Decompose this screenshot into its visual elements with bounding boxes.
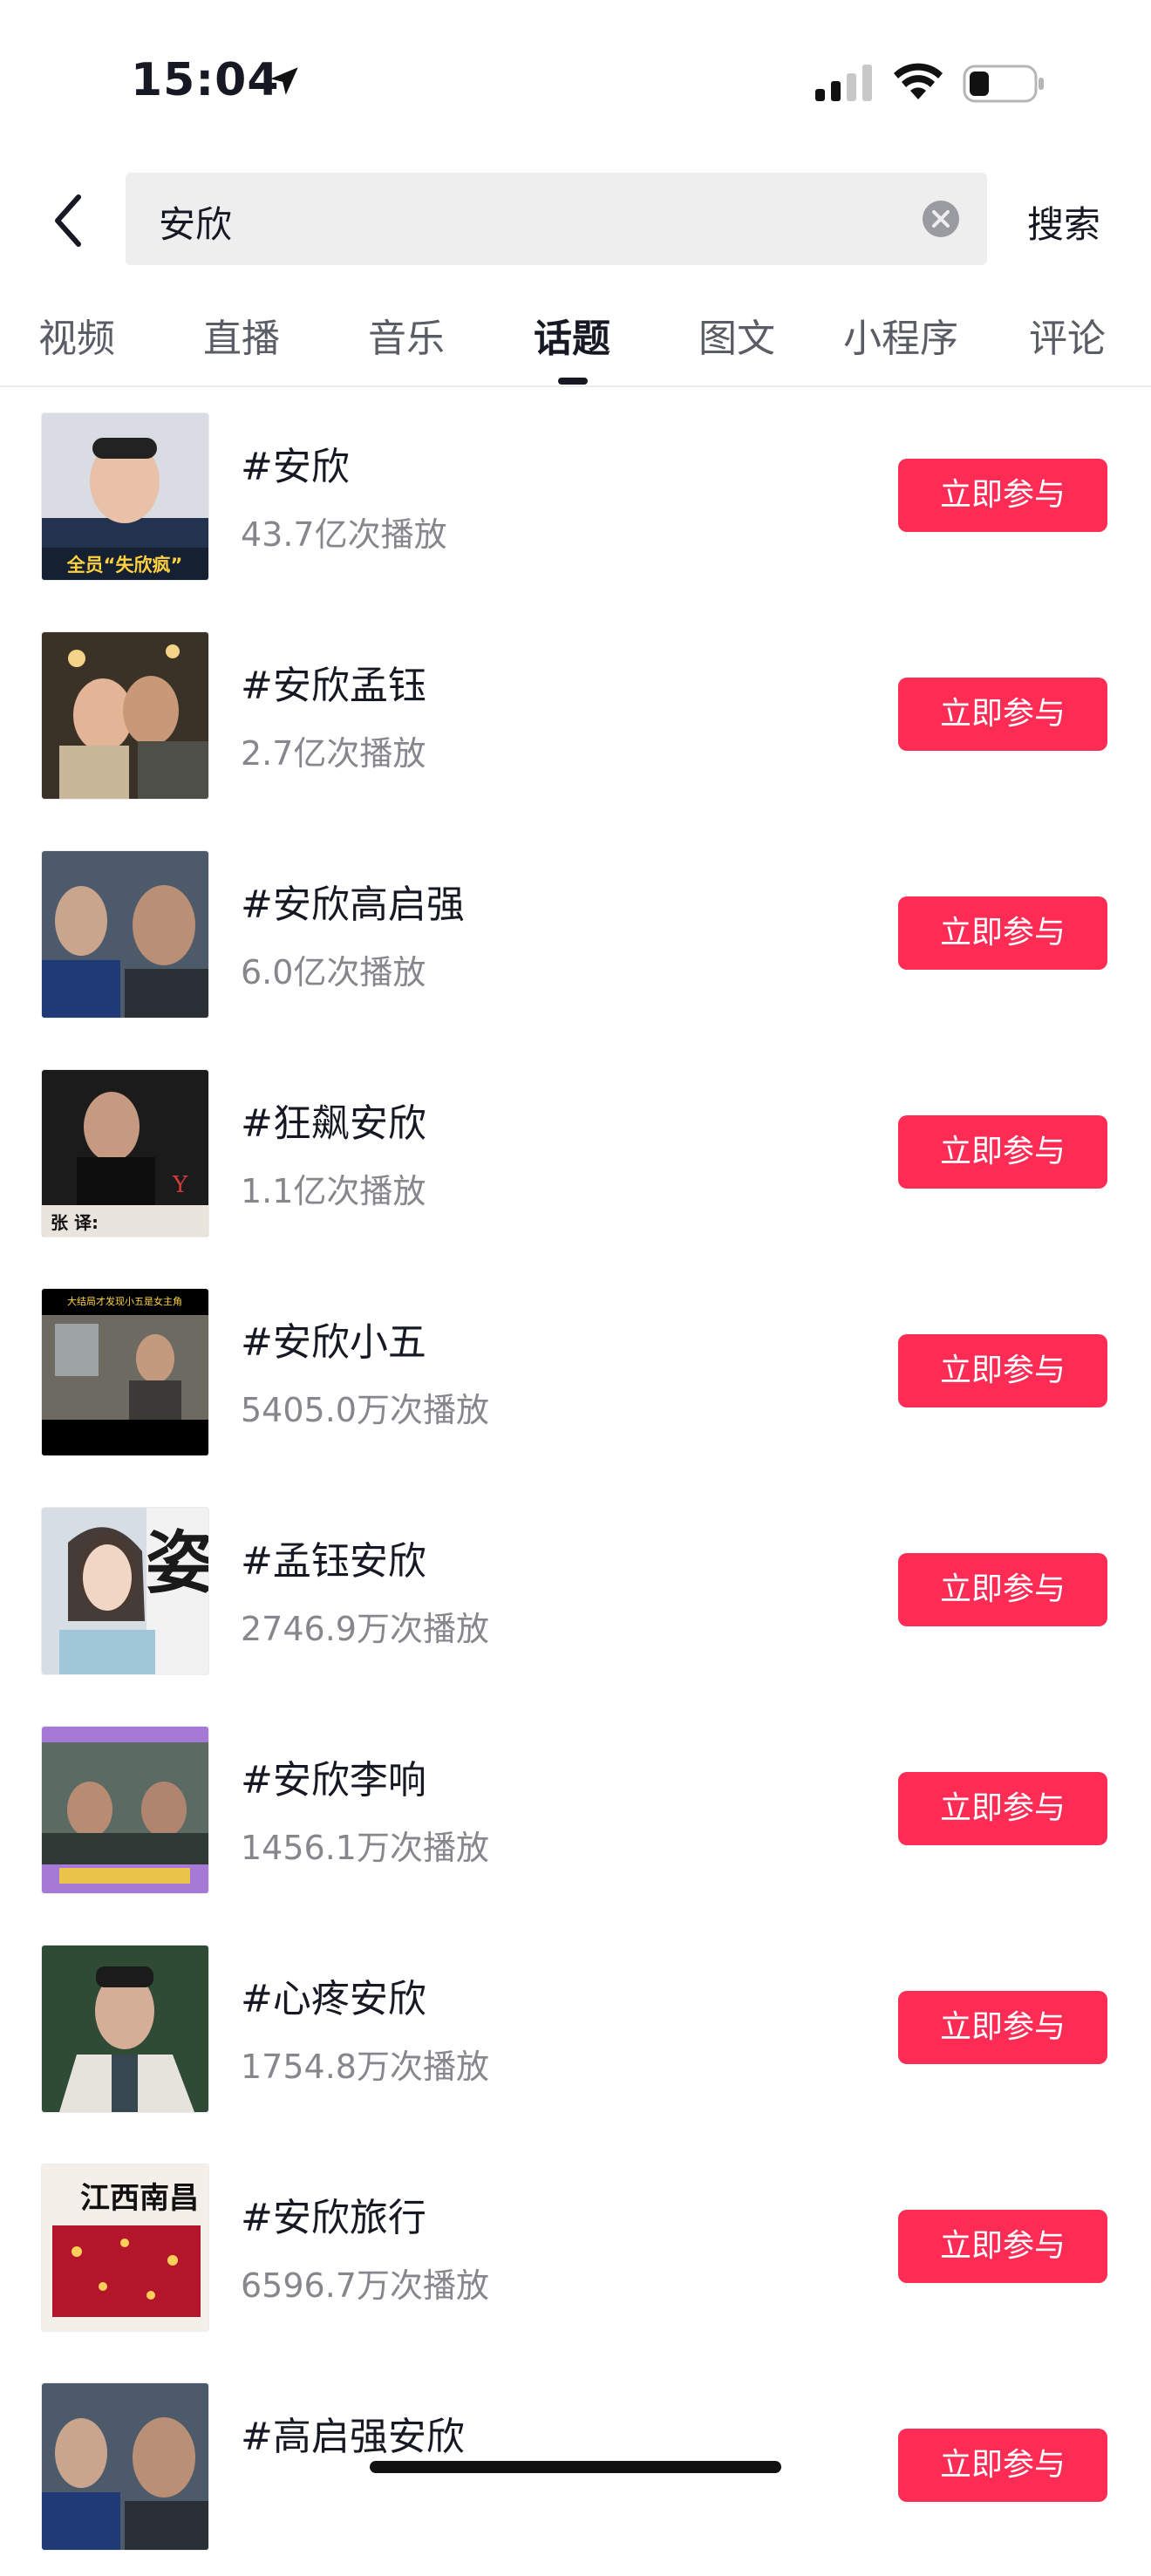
- battery-icon: [963, 65, 1044, 103]
- topic-thumbnail: [41, 850, 209, 1019]
- topic-name: #狂飙安欣: [241, 1101, 426, 1146]
- topic-name: #安欣高启强: [241, 883, 465, 927]
- location-arrow-icon: [270, 67, 298, 95]
- topic-row[interactable]: 姿 #孟钰安欣 2746.9万次播放 立即参与: [0, 1482, 1151, 1700]
- search-button[interactable]: 搜索: [1027, 195, 1100, 249]
- join-button[interactable]: 立即参与: [898, 1115, 1107, 1189]
- thumb-caption: 江西南昌: [80, 2181, 199, 2216]
- topic-name: #心疼安欣: [241, 1977, 426, 2021]
- topic-name: #安欣小五: [241, 1320, 426, 1365]
- topic-thumbnail: Y 张 译:: [41, 1069, 209, 1237]
- topic-thumbnail: 江西南昌: [41, 2164, 209, 2332]
- join-button[interactable]: 立即参与: [898, 2210, 1107, 2283]
- topic-name: #安欣旅行: [241, 2196, 426, 2240]
- topic-thumbnail: [41, 1726, 209, 1894]
- join-button[interactable]: 立即参与: [898, 1334, 1107, 1407]
- play-count: 1456.1万次播放: [241, 1829, 489, 1867]
- join-button[interactable]: 立即参与: [898, 459, 1107, 532]
- play-count: 5405.0万次播放: [241, 1391, 489, 1429]
- search-input[interactable]: 安欣: [126, 173, 987, 265]
- join-button[interactable]: 立即参与: [898, 1991, 1107, 2064]
- join-button[interactable]: 立即参与: [898, 896, 1107, 970]
- topic-thumbnail: [41, 631, 209, 800]
- tab-video[interactable]: 视频: [38, 307, 115, 363]
- topic-row[interactable]: 全员“失欣疯” #安欣 43.7亿次播放 立即参与: [0, 387, 1151, 606]
- search-tabs: 视频 直播 音乐 话题 图文 小程序 评论: [0, 296, 1151, 387]
- topic-row[interactable]: 江西南昌 #安欣旅行 6596.7万次播放 立即参与: [0, 2138, 1151, 2357]
- tab-mini-program[interactable]: 小程序: [843, 307, 958, 363]
- tab-live[interactable]: 直播: [203, 307, 280, 363]
- home-indicator: [370, 2461, 781, 2473]
- tab-comments[interactable]: 评论: [1029, 307, 1106, 363]
- thumb-caption: 姿: [146, 1524, 208, 1603]
- back-button[interactable]: [45, 190, 98, 251]
- play-count: 2.7亿次播放: [241, 734, 426, 773]
- topic-name: #安欣李响: [241, 1758, 426, 1803]
- status-bar: 15:04: [0, 0, 1151, 166]
- cellular-signal-icon: [815, 65, 872, 101]
- topic-name: #孟钰安欣: [241, 1539, 426, 1584]
- topic-row[interactable]: 大结局才发现小五是女主角 #安欣小五 5405.0万次播放 立即参与: [0, 1263, 1151, 1482]
- join-button[interactable]: 立即参与: [898, 2429, 1107, 2502]
- topic-thumbnail: 大结局才发现小五是女主角: [41, 1288, 209, 1456]
- tab-topic[interactable]: 话题: [534, 307, 610, 363]
- wifi-icon: [894, 63, 943, 99]
- topic-row[interactable]: #安欣孟钰 2.7亿次播放 立即参与: [0, 606, 1151, 825]
- play-count: 1754.8万次播放: [241, 2048, 489, 2086]
- topic-thumbnail: 姿: [41, 1507, 209, 1675]
- play-count: 2746.9万次播放: [241, 1610, 489, 1648]
- topic-row[interactable]: #安欣高启强 6.0亿次播放 立即参与: [0, 825, 1151, 1044]
- play-count: 6596.7万次播放: [241, 2266, 489, 2305]
- join-button[interactable]: 立即参与: [898, 1772, 1107, 1845]
- topic-name: #安欣孟钰: [241, 664, 426, 708]
- topic-row[interactable]: #心疼安欣 1754.8万次播放 立即参与: [0, 1919, 1151, 2138]
- topic-name: #安欣: [241, 445, 350, 489]
- topic-thumbnail: [41, 1945, 209, 2113]
- tab-music[interactable]: 音乐: [368, 307, 445, 363]
- topic-row[interactable]: #安欣李响 1456.1万次播放 立即参与: [0, 1700, 1151, 1919]
- topic-row[interactable]: Y 张 译: #狂飙安欣 1.1亿次播放 立即参与: [0, 1044, 1151, 1263]
- search-query[interactable]: 安欣: [159, 195, 232, 249]
- join-button[interactable]: 立即参与: [898, 1553, 1107, 1626]
- tab-image-text[interactable]: 图文: [698, 307, 775, 363]
- active-tab-indicator: [558, 378, 588, 385]
- thumb-caption: 大结局才发现小五是女主角: [67, 1295, 182, 1307]
- play-count: 6.0亿次播放: [241, 953, 426, 992]
- topic-name: #高启强安欣: [241, 2415, 465, 2459]
- play-count: 1.1亿次播放: [241, 1172, 426, 1210]
- thumb-caption: 全员“失欣疯”: [66, 555, 183, 576]
- topic-thumbnail: [41, 2382, 209, 2551]
- svg-text:Y: Y: [172, 1172, 188, 1198]
- play-count: 43.7亿次播放: [241, 515, 447, 554]
- thumb-caption: 张 译:: [51, 1212, 99, 1233]
- clear-icon[interactable]: [921, 199, 961, 239]
- status-time: 15:04: [131, 54, 280, 106]
- join-button[interactable]: 立即参与: [898, 678, 1107, 751]
- topic-thumbnail: 全员“失欣疯”: [41, 412, 209, 581]
